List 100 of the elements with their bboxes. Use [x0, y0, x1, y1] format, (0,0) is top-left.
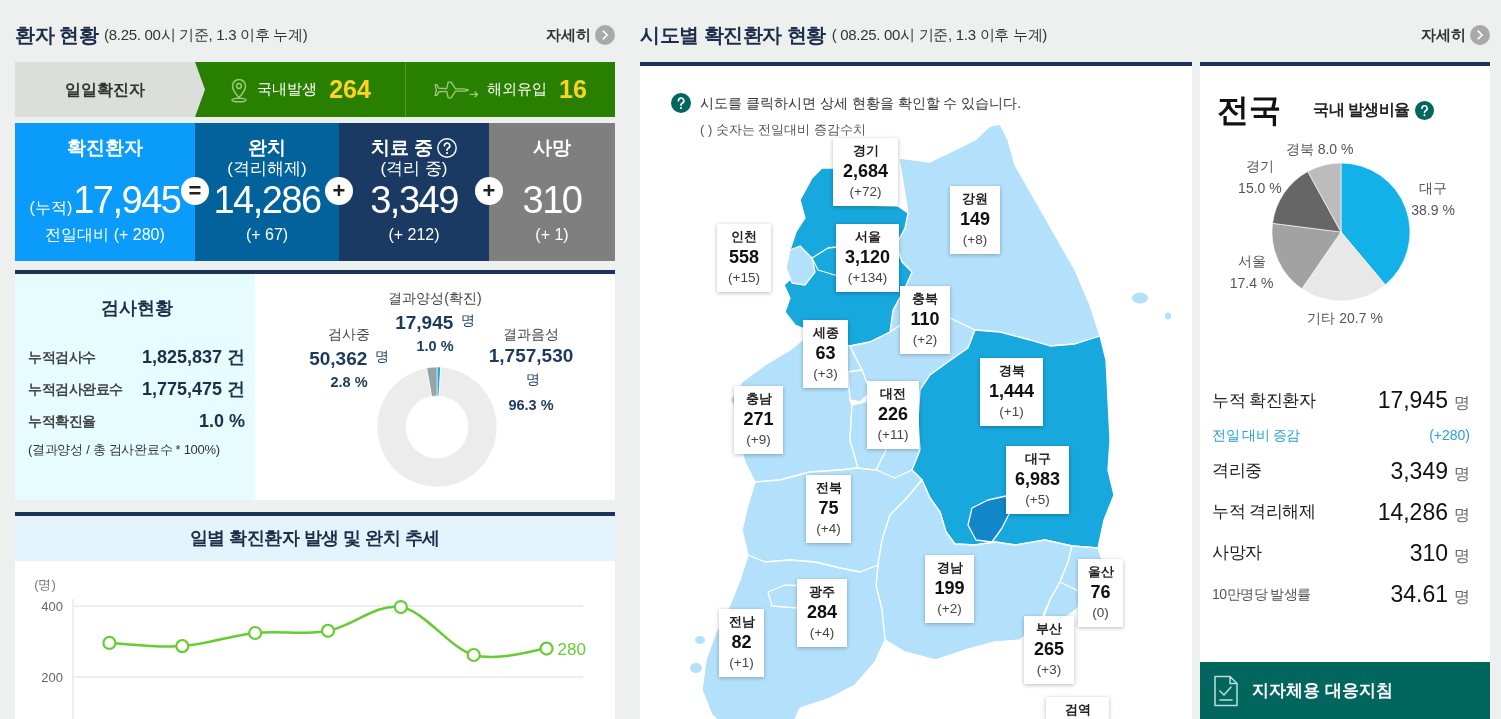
operator-sign: =	[181, 177, 209, 205]
stat-label: 격리중	[1212, 460, 1262, 483]
stat-value: 1,825,837 건	[141, 345, 245, 369]
case-change: (+134)	[847, 270, 888, 285]
section-subtitle: (8.25. 00시 기준, 1.3 이후 누계)	[104, 24, 308, 45]
block-title: 사망	[533, 136, 571, 160]
case-change: (+4)	[809, 625, 835, 640]
case-count: 199	[934, 578, 965, 598]
block-value: 14,286	[213, 178, 321, 222]
daily-item-label: 해외유입	[487, 79, 548, 100]
daily-count: 16	[559, 73, 587, 105]
slice-name: 대구	[1418, 178, 1449, 198]
stat-label: 누적확진율	[28, 411, 96, 431]
chart-title: 국내 발생비율	[1313, 100, 1410, 120]
case-count: 2,684	[842, 161, 888, 181]
case-count: 3,120	[844, 247, 890, 267]
slice-percent: 20.7 %	[1339, 309, 1383, 326]
stat-value: 17,945	[1377, 386, 1448, 416]
case-change: (+8)	[962, 232, 988, 247]
case-change: (+3)	[1036, 662, 1062, 677]
segment-count: 50,362	[309, 348, 368, 369]
case-count: 76	[1090, 582, 1111, 602]
segment-count: 17,945	[395, 312, 454, 333]
stat-unit: 명	[1454, 586, 1470, 607]
hint-note: ( ) 숫자는 전일대비 증감수치	[700, 122, 867, 137]
panel-title: 검사현황	[100, 298, 173, 318]
operator-sign: +	[475, 177, 503, 205]
daily-label: 일일확진자	[15, 62, 205, 117]
case-change: (+1)	[729, 655, 754, 670]
case-count: 271	[743, 409, 774, 429]
stat-label: 누적 격리해제	[1212, 501, 1316, 524]
segment-label: 검사중	[328, 326, 370, 342]
case-change: (+2)	[912, 332, 938, 347]
case-count: 75	[818, 498, 839, 518]
stat-value: (+280)	[1429, 426, 1470, 446]
stat-label: 10만명당 발생률	[1212, 584, 1311, 604]
stat-label: 전일 대비 증감	[1212, 426, 1300, 446]
block-subtitle: (격리 중)	[380, 159, 448, 178]
section-title: 시도별 확진환자 현황	[640, 23, 826, 48]
region-name: 전남	[728, 614, 755, 629]
daily-count: 264	[329, 73, 371, 105]
slice-name: 경기	[1244, 156, 1275, 176]
block-change: 전일대비 (+ 280)	[45, 226, 165, 243]
region-name: 강원	[962, 191, 988, 206]
slice-name: 기타	[1307, 309, 1336, 326]
count-unit: 명	[460, 312, 475, 328]
block-change: (+ 212)	[388, 226, 440, 243]
region-name: 충북	[912, 291, 938, 306]
block-title: 확진환자	[67, 136, 143, 160]
case-count: 1,444	[988, 381, 1034, 401]
slice-name: 서울	[1236, 252, 1267, 271]
axis-title: (명)	[34, 577, 56, 592]
case-count: 265	[1033, 639, 1064, 659]
region-name: 울산	[1087, 564, 1114, 579]
segment-count: 1,757,530	[488, 345, 574, 366]
tick-label: 400	[41, 598, 63, 614]
case-count: 82	[731, 632, 752, 652]
stat-unit: 명	[1454, 463, 1470, 484]
region-name: 부산	[1036, 621, 1062, 636]
block-change: (+ 67)	[245, 226, 289, 243]
region-name: 인천	[731, 229, 757, 244]
case-change: (+4)	[816, 521, 841, 536]
region-name: 전북	[815, 480, 842, 495]
stat-value: 1.0 %	[198, 409, 245, 433]
case-change: (0)	[1092, 605, 1109, 620]
stat-value: 3,349	[1390, 456, 1448, 486]
stat-value: 1,775,475 건	[141, 377, 245, 401]
section-subtitle: ( 08.25. 00시 기준, 1.3 이후 누계)	[831, 24, 1047, 45]
slice-percent: 8.0 %	[1317, 140, 1354, 157]
formula-note: (결과양성 / 총 검사완료수 * 100%)	[28, 442, 220, 457]
region-name: 경남	[936, 560, 963, 575]
section-title: 환자 현황	[15, 23, 99, 48]
slice-percent: 38.9 %	[1411, 200, 1455, 220]
block-title: 완치	[248, 136, 286, 160]
region-name: 광주	[809, 584, 835, 599]
block-value: 17,945	[73, 178, 181, 222]
stat-label: 누적검사수	[28, 347, 96, 367]
stat-label: 누적검사완료수	[28, 379, 123, 399]
case-count: 110	[910, 309, 940, 329]
region-name: 충남	[745, 391, 772, 406]
case-count: 6,983	[1014, 469, 1060, 489]
stat-unit: 명	[1454, 545, 1470, 566]
case-change: (+15)	[728, 270, 760, 285]
case-change: (+5)	[1025, 492, 1050, 507]
case-count: 149	[959, 209, 990, 229]
stat-unit: 명	[1454, 393, 1470, 414]
stat-unit: 명	[1454, 504, 1470, 525]
stat-value: 310	[1409, 538, 1448, 568]
case-change: (+1)	[999, 404, 1024, 419]
case-change: (+72)	[849, 184, 882, 199]
slice-name: 경북	[1285, 140, 1314, 157]
tick-label: 200	[41, 669, 63, 685]
block-title: 치료 중	[370, 136, 434, 160]
block-change: (+ 1)	[535, 226, 569, 243]
stat-label: 사망자	[1212, 542, 1262, 565]
region-name: 세종	[812, 325, 839, 340]
count-unit: 명	[374, 348, 389, 364]
case-count: 284	[806, 602, 837, 622]
region-title: 전국	[1217, 91, 1281, 130]
case-change: (+3)	[813, 366, 838, 381]
